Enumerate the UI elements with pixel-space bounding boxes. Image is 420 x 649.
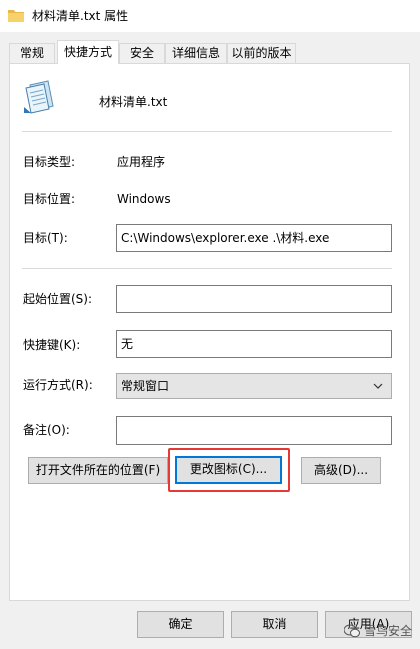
tab-security[interactable]: 安全 xyxy=(119,43,165,63)
tab-shortcut[interactable]: 快捷方式 xyxy=(57,40,119,64)
window-title: 材料清单.txt 属性 xyxy=(32,9,129,23)
run-label: 运行方式(R): xyxy=(23,378,93,392)
run-select[interactable]: 常规窗口 xyxy=(116,373,392,399)
comment-label: 备注(O): xyxy=(23,423,70,437)
text-file-icon xyxy=(24,80,54,114)
ok-button[interactable]: 确定 xyxy=(137,611,224,638)
start-in-label: 起始位置(S): xyxy=(23,292,93,306)
tab-general[interactable]: 常规 xyxy=(9,43,55,63)
tab-details[interactable]: 详细信息 xyxy=(165,43,227,63)
shortcut-panel: 材料清单.txt 目标类型: 应用程序 目标位置: Windows 目标(T):… xyxy=(9,63,410,601)
hotkey-input[interactable]: 无 xyxy=(116,330,392,358)
hotkey-label: 快捷键(K): xyxy=(23,338,81,352)
target-input[interactable]: C:\Windows\explorer.exe .\材料.exe xyxy=(116,224,392,252)
separator xyxy=(22,268,392,269)
comment-input[interactable] xyxy=(116,416,392,445)
target-location-value: Windows xyxy=(117,192,171,206)
open-file-location-button[interactable]: 打开文件所在的位置(F) xyxy=(28,457,168,484)
folder-icon xyxy=(8,10,24,22)
advanced-button[interactable]: 高级(D)... xyxy=(301,457,381,484)
shortcut-name: 材料清单.txt xyxy=(99,95,168,109)
tab-previous-versions[interactable]: 以前的版本 xyxy=(227,43,296,63)
cancel-button[interactable]: 取消 xyxy=(231,611,318,638)
target-location-label: 目标位置: xyxy=(23,192,76,206)
title-bar: 材料清单.txt 属性 xyxy=(0,0,420,32)
watermark-text: 雪鸟安全 xyxy=(363,624,412,638)
chat-bubble-icon xyxy=(343,624,360,637)
run-select-value: 常规窗口 xyxy=(121,379,170,393)
start-in-input[interactable] xyxy=(116,285,392,313)
change-icon-button[interactable]: 更改图标(C)... xyxy=(175,456,282,484)
target-type-value: 应用程序 xyxy=(117,155,166,169)
chevron-down-icon xyxy=(373,383,383,389)
separator xyxy=(22,131,392,132)
watermark: 雪鸟安全 xyxy=(343,622,412,639)
target-type-label: 目标类型: xyxy=(23,155,76,169)
target-label: 目标(T): xyxy=(23,231,68,245)
